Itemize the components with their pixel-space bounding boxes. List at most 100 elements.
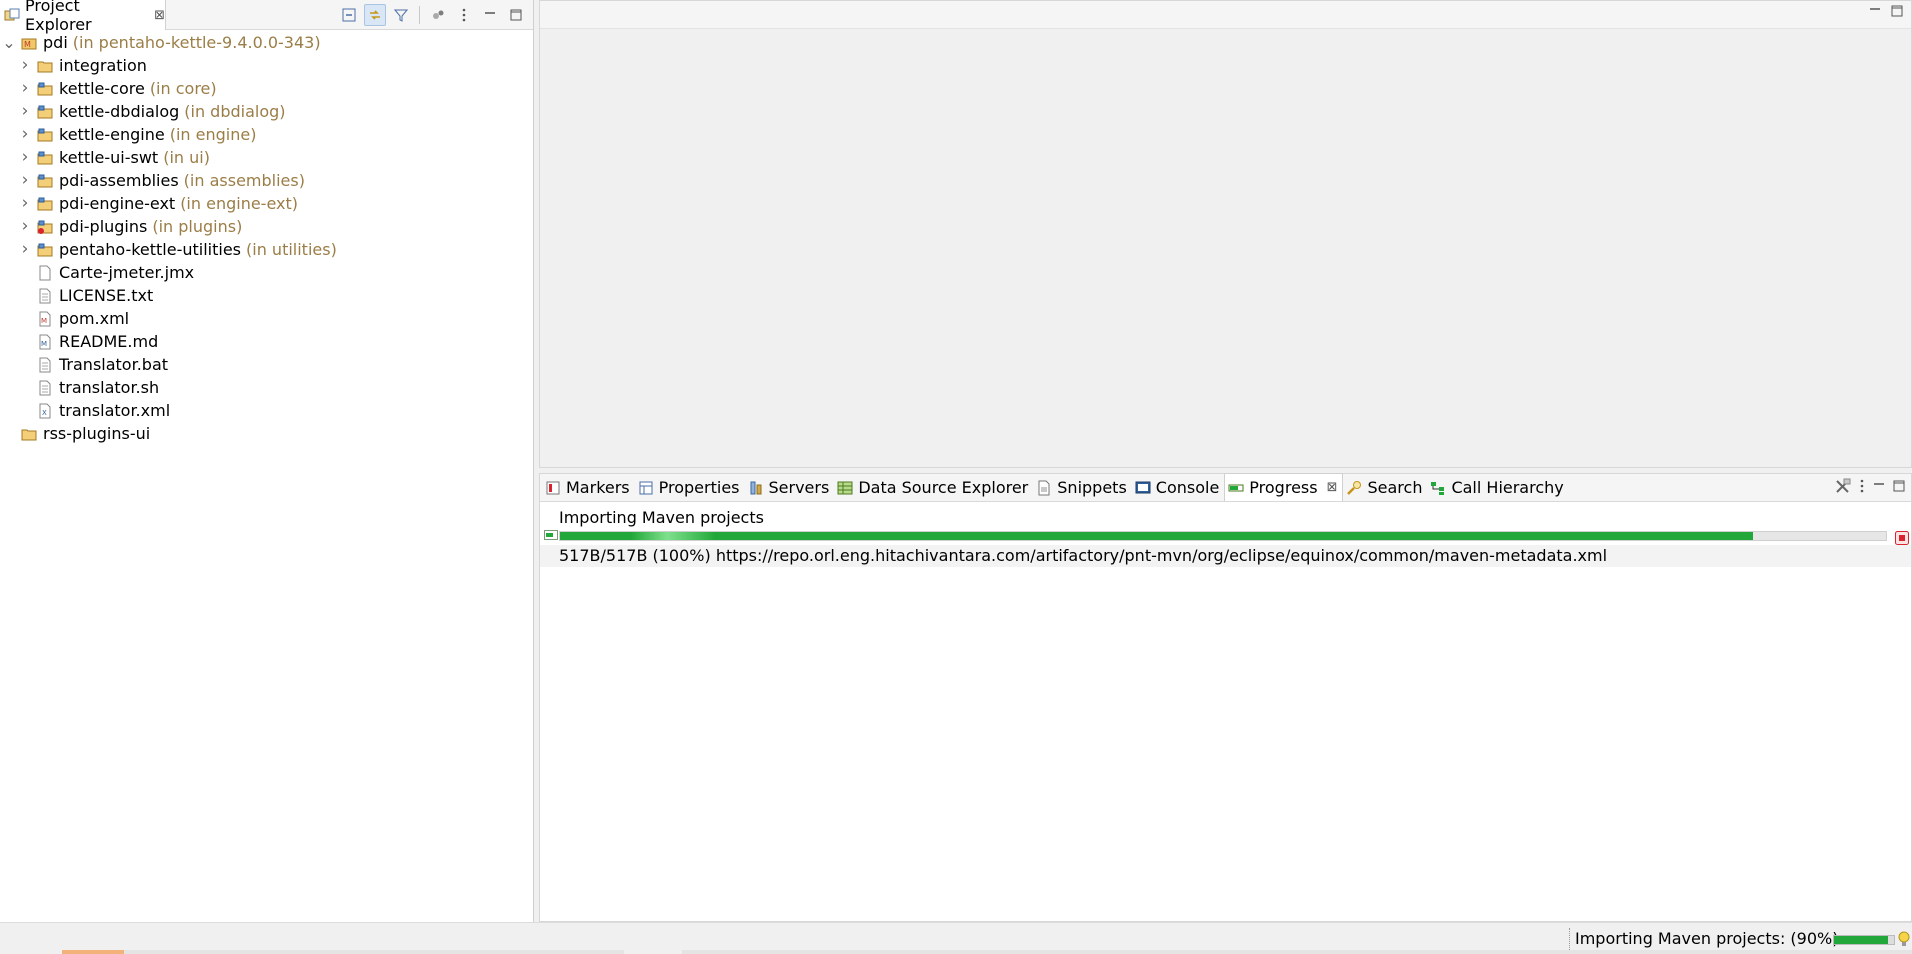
filter-button[interactable] xyxy=(390,4,412,26)
chevron-right-icon[interactable]: › xyxy=(17,239,33,259)
module-folder-icon xyxy=(37,82,53,95)
tree-item[interactable]: › kettle-dbdialog (in dbdialog) xyxy=(0,100,534,123)
svg-text:X: X xyxy=(42,409,47,417)
chevron-right-icon[interactable]: › xyxy=(17,170,33,190)
project-explorer-view: Project Explorer ⊠ ⌄ M pdi (in pentaho-k… xyxy=(0,0,534,922)
taskbar-strip xyxy=(682,950,1912,954)
tab-markers[interactable]: Markers xyxy=(542,474,635,501)
tab-label: Progress xyxy=(1249,478,1318,497)
tree-item[interactable]: Carte-jmeter.jmx xyxy=(0,261,534,284)
tab-servers[interactable]: Servers xyxy=(745,474,835,501)
tree-item[interactable]: LICENSE.txt xyxy=(0,284,534,307)
tree-item-label: kettle-dbdialog xyxy=(59,102,180,121)
explorer-toolbar xyxy=(338,3,527,27)
text-file-icon xyxy=(39,288,51,303)
tree-item-label: pentaho-kettle-utilities xyxy=(59,240,242,259)
tree-item[interactable]: › pdi-engine-ext (in engine-ext) xyxy=(0,192,534,215)
snippets-icon xyxy=(1038,480,1050,495)
tip-bulb-icon[interactable] xyxy=(1898,931,1910,947)
pom-file-icon: M xyxy=(39,311,51,326)
stop-icon[interactable] xyxy=(1895,531,1909,545)
maximize-icon[interactable] xyxy=(1893,480,1905,492)
tree-item[interactable]: Translator.bat xyxy=(0,353,534,376)
view-menu-icon[interactable] xyxy=(1859,479,1865,493)
chevron-right-icon[interactable]: › xyxy=(17,78,33,98)
tree-item[interactable]: › pdi-plugins (in plugins) xyxy=(0,215,534,238)
tab-label: Properties xyxy=(658,478,740,497)
tab-label: Data Source Explorer xyxy=(858,478,1029,497)
collapse-all-button[interactable] xyxy=(338,4,360,26)
tab-project-explorer[interactable]: Project Explorer ⊠ xyxy=(0,0,166,34)
tree-item[interactable]: › integration xyxy=(0,54,534,77)
tab-properties[interactable]: Properties xyxy=(635,474,745,501)
editor-area xyxy=(539,0,1912,468)
maximize-button[interactable] xyxy=(505,4,527,26)
tree-item-label: README.md xyxy=(59,332,159,351)
focus-button[interactable] xyxy=(427,4,449,26)
chevron-right-icon[interactable]: › xyxy=(17,193,33,213)
close-icon[interactable]: ⊠ xyxy=(1327,480,1338,495)
tab-snippets[interactable]: Snippets xyxy=(1033,474,1132,501)
link-with-editor-button[interactable] xyxy=(364,4,386,26)
module-folder-error-icon xyxy=(37,220,53,234)
tree-item[interactable]: translator.sh xyxy=(0,376,534,399)
chevron-right-icon[interactable]: › xyxy=(17,101,33,121)
status-progress-text[interactable]: Importing Maven projects: (90%) xyxy=(1575,929,1838,948)
status-progress-bar[interactable] xyxy=(1833,935,1895,945)
tree-item-label: pdi-assemblies xyxy=(59,171,179,190)
tree-item-label: pdi-engine-ext xyxy=(59,194,176,213)
search-icon xyxy=(1347,480,1362,495)
editor-tab-bar xyxy=(540,1,1911,29)
tab-label: Servers xyxy=(768,478,830,497)
tab-data-source-explorer[interactable]: Data Source Explorer xyxy=(834,474,1033,501)
minimize-button[interactable] xyxy=(479,4,501,26)
filter-icon xyxy=(394,9,408,22)
chevron-right-icon[interactable]: › xyxy=(17,147,33,167)
remove-all-finished-icon[interactable] xyxy=(1835,478,1851,494)
tree-item[interactable]: rss-plugins-ui xyxy=(0,422,534,445)
explorer-tab-bar: Project Explorer ⊠ xyxy=(0,0,533,34)
tab-console[interactable]: Console xyxy=(1132,474,1225,501)
tree-item[interactable]: › pentaho-kettle-utilities (in utilities) xyxy=(0,238,534,261)
call-hierarchy-icon xyxy=(1431,481,1445,495)
tree-item-label: kettle-ui-swt xyxy=(59,148,159,167)
tree-item-decoration: (in pentaho-kettle-9.4.0.0-343) xyxy=(72,33,321,52)
tree-item-label: pom.xml xyxy=(59,309,130,328)
tree-item[interactable]: › kettle-core (in core) xyxy=(0,77,534,100)
maximize-icon[interactable] xyxy=(1891,5,1903,17)
progress-bar xyxy=(559,531,1887,541)
text-file-icon xyxy=(39,380,51,395)
tab-call-hierarchy[interactable]: Call Hierarchy xyxy=(1427,474,1568,501)
tree-item[interactable]: M README.md xyxy=(0,330,534,353)
view-menu-icon xyxy=(462,8,466,22)
job-icon xyxy=(544,530,558,540)
module-folder-icon xyxy=(37,174,53,187)
tree-item-decoration: (in assemblies) xyxy=(183,171,305,190)
bottom-panel: Markers Properties Servers Data Source Expl… xyxy=(539,473,1912,922)
tree-item[interactable]: › kettle-ui-swt (in ui) xyxy=(0,146,534,169)
chevron-right-icon[interactable]: › xyxy=(17,124,33,144)
chevron-right-icon[interactable]: › xyxy=(17,55,33,75)
minimize-icon[interactable] xyxy=(1873,480,1885,492)
bottom-tab-bar: Markers Properties Servers Data Source Expl… xyxy=(540,473,1911,502)
console-icon xyxy=(1135,481,1151,493)
tree-item[interactable]: Xtranslator.xml xyxy=(0,399,534,422)
chevron-right-icon[interactable]: › xyxy=(17,216,33,236)
chevron-down-icon[interactable]: ⌄ xyxy=(1,34,17,51)
tree-item[interactable]: › pdi-assemblies (in assemblies) xyxy=(0,169,534,192)
status-progress-fill xyxy=(1834,936,1888,944)
servers-icon xyxy=(750,481,761,494)
tree-item-label: translator.sh xyxy=(59,378,160,397)
tree-item[interactable]: Mpom.xml xyxy=(0,307,534,330)
tree-item[interactable]: › kettle-engine (in engine) xyxy=(0,123,534,146)
svg-text:M: M xyxy=(41,317,47,325)
minimize-icon[interactable] xyxy=(1869,5,1881,17)
tree-item[interactable]: ⌄ Mpdi (in pentaho-kettle-9.4.0.0-343) xyxy=(0,31,534,54)
tab-search[interactable]: Search xyxy=(1343,474,1427,501)
tab-label: Search xyxy=(1367,478,1423,497)
close-icon[interactable]: ⊠ xyxy=(154,8,165,23)
tab-progress[interactable]: Progress ⊠ xyxy=(1224,473,1344,501)
view-menu-button[interactable] xyxy=(453,4,475,26)
